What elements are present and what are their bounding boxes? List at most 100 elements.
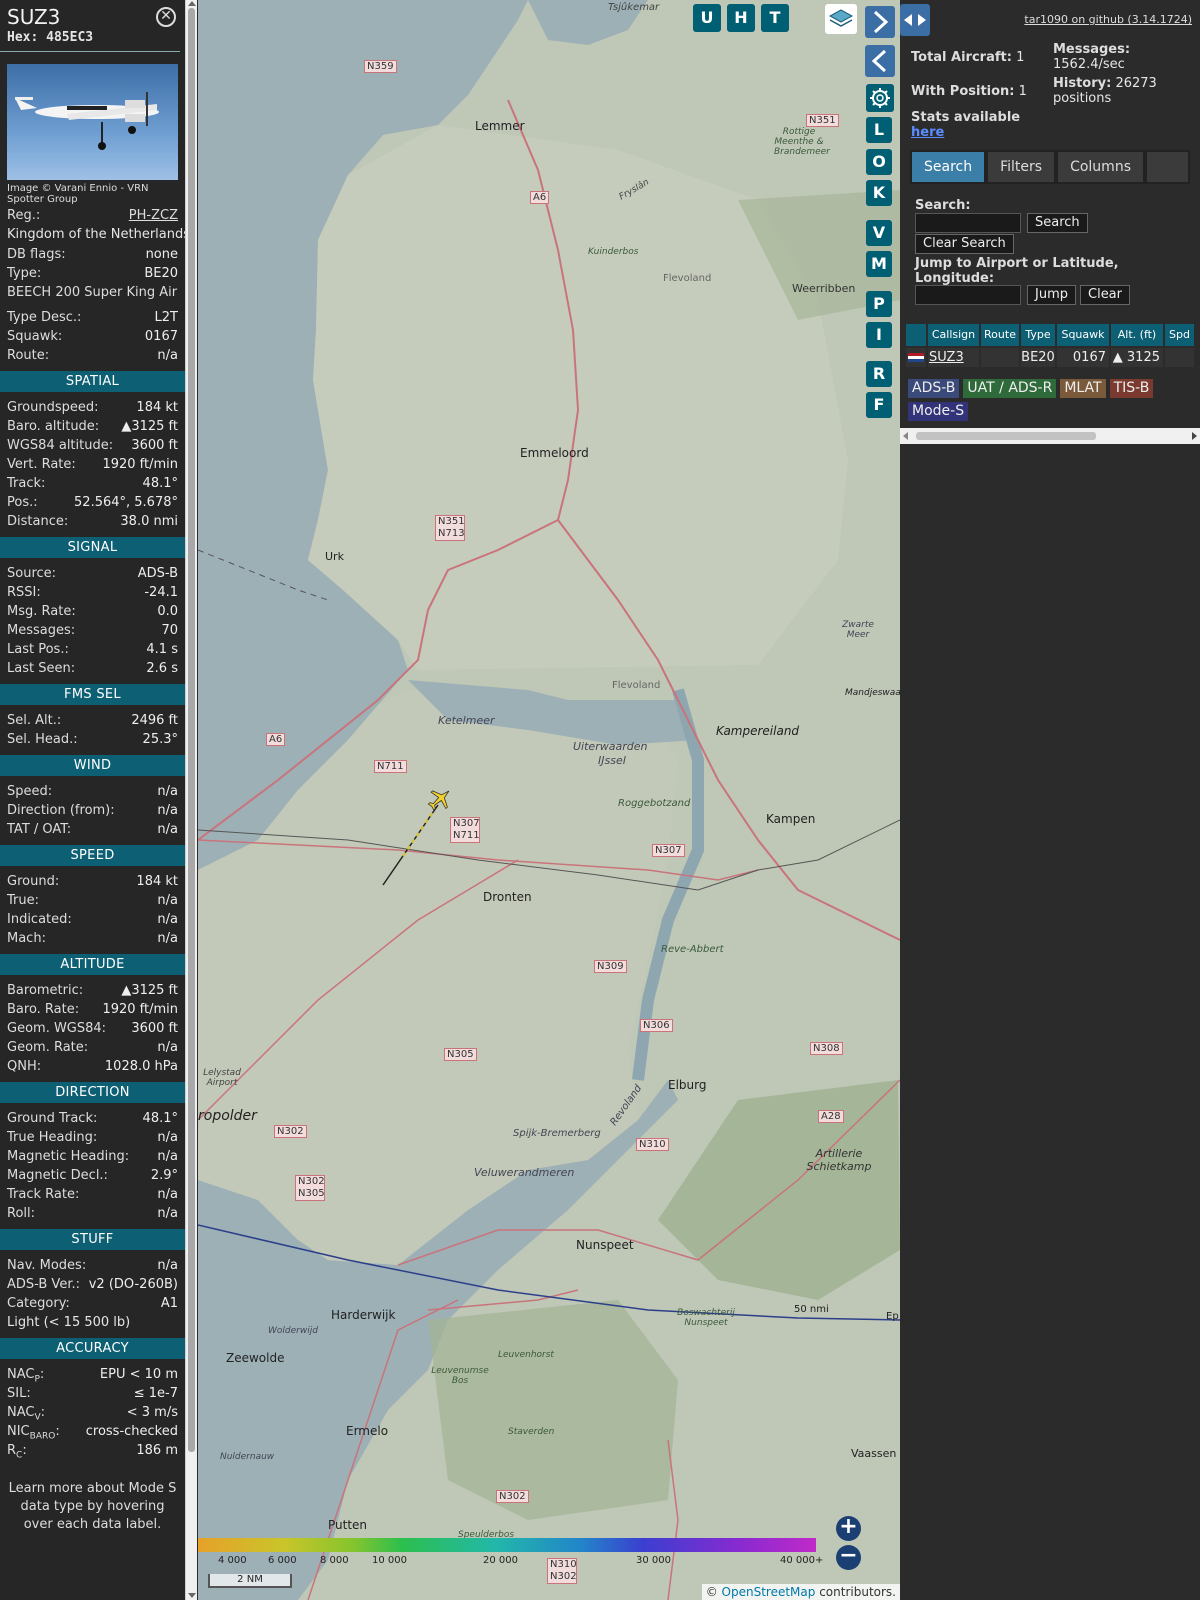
label: Route: bbox=[7, 348, 50, 363]
table-header: Callsign Route Type Squawk Alt. (ft) Spd bbox=[906, 324, 1194, 346]
chevron-right-icon[interactable] bbox=[865, 6, 895, 38]
field-label: True: bbox=[7, 893, 39, 908]
table-hscrollbar[interactable] bbox=[900, 428, 1200, 444]
spatial-row: Groundspeed: 184 kt bbox=[0, 398, 185, 417]
registration-link[interactable]: PH-ZCZ bbox=[129, 206, 178, 225]
field-label: Track: bbox=[7, 476, 46, 491]
label-veluwerandmeren: Veluwerandmeren bbox=[474, 1166, 575, 1179]
field-label: RSSI: bbox=[7, 585, 41, 600]
column-altitude[interactable]: Alt. (ft) bbox=[1111, 324, 1163, 346]
road-shield: N302 N305 bbox=[295, 1175, 325, 1201]
map-button-r[interactable]: R bbox=[866, 361, 892, 387]
flag-glyph bbox=[908, 353, 924, 362]
jump-input[interactable] bbox=[915, 285, 1021, 305]
search-input[interactable] bbox=[915, 213, 1021, 233]
field-label: Indicated: bbox=[7, 912, 72, 927]
section-wind: WIND bbox=[0, 755, 185, 776]
field-label: Geom. Rate: bbox=[7, 1040, 89, 1055]
with-position: With Position: 1 bbox=[911, 84, 1027, 99]
row-callsign[interactable]: SUZ3 bbox=[928, 348, 979, 367]
clear-search-button[interactable]: Clear Search bbox=[915, 234, 1014, 254]
field-label: Messages: bbox=[7, 623, 76, 638]
type-full: BEECH 200 Super King Air bbox=[0, 283, 185, 302]
clear-button[interactable]: Clear bbox=[1080, 285, 1130, 305]
search-button[interactable]: Search bbox=[1027, 213, 1088, 233]
column-speed[interactable]: Spd bbox=[1165, 324, 1194, 346]
field-label: TAT / OAT: bbox=[7, 822, 72, 837]
map-button-l[interactable]: L bbox=[866, 117, 892, 143]
map-button-k[interactable]: K bbox=[866, 180, 892, 206]
road-label: N306 bbox=[640, 1019, 673, 1032]
wind-row: Direction (from): n/a bbox=[0, 801, 185, 820]
close-icon[interactable]: ✕ bbox=[156, 7, 176, 27]
aircraft-photo[interactable] bbox=[7, 64, 178, 180]
signal-row: Messages: 70 bbox=[0, 621, 185, 640]
label-boswachterij: Boswachterij Nunspeet bbox=[677, 1308, 735, 1328]
column-squawk[interactable]: Squawk bbox=[1057, 324, 1109, 346]
category-desc: Light (< 15 500 lb) bbox=[7, 1315, 131, 1330]
gear-icon[interactable] bbox=[866, 84, 894, 112]
zoom-out-button[interactable]: − bbox=[836, 1545, 861, 1570]
scroll-down-icon[interactable] bbox=[188, 1593, 196, 1598]
field-label: RC: bbox=[7, 1443, 27, 1461]
road-label: N302 bbox=[274, 1125, 307, 1138]
field-label: True Heading: bbox=[7, 1130, 98, 1145]
section-speed: SPEED bbox=[0, 845, 185, 866]
aircraft-marker-icon[interactable] bbox=[427, 786, 453, 812]
road-label: N308 bbox=[810, 1042, 843, 1055]
nl-flag-icon bbox=[906, 348, 926, 367]
scroll-right-icon[interactable] bbox=[1192, 432, 1197, 440]
tab-search[interactable]: Search bbox=[912, 152, 985, 182]
messages-stat: Messages: 1562.4/sec bbox=[1053, 42, 1193, 72]
road-shield: N310 bbox=[636, 1132, 669, 1151]
field-value: 70 bbox=[161, 623, 178, 638]
sidebar-scrollbar[interactable] bbox=[185, 0, 197, 1600]
road-label: N309 bbox=[594, 960, 627, 973]
wind-group: Speed: n/a Direction (from): n/a TAT / OAT: n… bbox=[0, 782, 185, 839]
table-row[interactable]: SUZ3 BE20 0167 ▲ 3125 bbox=[906, 348, 1194, 367]
label-ijssel: IJssel bbox=[598, 754, 626, 767]
split-arrows-icon[interactable] bbox=[900, 4, 930, 36]
road-shield: N351 N713 bbox=[435, 515, 465, 541]
map-button-f[interactable]: F bbox=[866, 392, 892, 418]
tab-columns[interactable]: Columns bbox=[1058, 152, 1143, 182]
label: DB flags: bbox=[7, 247, 66, 262]
field-value: 48.1° bbox=[142, 476, 178, 491]
zoom-in-button[interactable]: + bbox=[836, 1516, 861, 1541]
label-polder: ropolder bbox=[198, 1108, 257, 1124]
road-label: N711 bbox=[374, 760, 407, 773]
map-button-t[interactable]: T bbox=[761, 4, 789, 32]
stats-link[interactable]: here bbox=[911, 125, 944, 140]
accuracy-row: NACP: EPU < 10 m bbox=[0, 1365, 185, 1385]
scroll-up-icon[interactable] bbox=[188, 1, 196, 6]
map-button-p[interactable]: P bbox=[866, 291, 892, 317]
column-type[interactable]: Type bbox=[1021, 324, 1055, 346]
label-reve-abbert: Reve-Abbert bbox=[661, 944, 724, 955]
layers-icon[interactable] bbox=[825, 4, 857, 34]
field-label: Barometric: bbox=[7, 983, 84, 998]
map-button-v[interactable]: V bbox=[866, 220, 892, 246]
map-button-h[interactable]: H bbox=[727, 4, 755, 32]
section-stuff: STUFF bbox=[0, 1229, 185, 1250]
map-button-o[interactable]: O bbox=[866, 149, 892, 175]
scrollbar-thumb[interactable] bbox=[188, 8, 195, 1452]
map-button-m[interactable]: M bbox=[866, 251, 892, 277]
altitude-scale-label: 10 000 bbox=[372, 1555, 407, 1566]
jump-button[interactable]: Jump bbox=[1027, 285, 1076, 305]
tab-filters[interactable]: Filters bbox=[988, 152, 1055, 182]
column-route[interactable]: Route bbox=[981, 324, 1019, 346]
map-button-u[interactable]: U bbox=[693, 4, 721, 32]
osm-link[interactable]: OpenStreetMap bbox=[722, 1585, 816, 1599]
map-button-i[interactable]: I bbox=[866, 322, 892, 348]
column-callsign[interactable]: Callsign bbox=[928, 324, 979, 346]
label-ketelmeer: Ketelmeer bbox=[438, 714, 495, 727]
chevron-left-icon[interactable] bbox=[865, 45, 895, 77]
hscroll-thumb[interactable] bbox=[916, 432, 1096, 440]
github-link[interactable]: tar1090 on github (3.14.1724) bbox=[1024, 13, 1192, 26]
map-view[interactable]: Tsjûkemar Lemmer Emmeloord Urk Kampereil… bbox=[198, 0, 900, 1600]
label-lelystad-airport: Lelystad Airport bbox=[203, 1068, 241, 1088]
field-value: n/a bbox=[157, 1130, 178, 1145]
label-emmeloord: Emmeloord bbox=[520, 446, 589, 460]
scroll-left-icon[interactable] bbox=[903, 432, 908, 440]
section-direction: DIRECTION bbox=[0, 1082, 185, 1103]
